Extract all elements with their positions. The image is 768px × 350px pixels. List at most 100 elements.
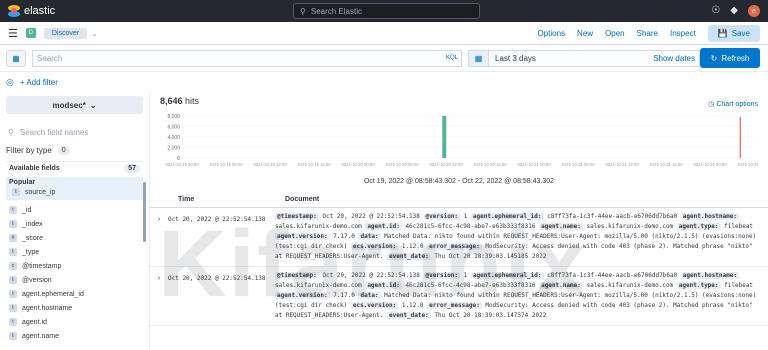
field-key: agent.ephemeral_id:: [470, 213, 544, 220]
field-value: sales.kifarunix-demo.com: [582, 282, 677, 289]
field-item[interactable]: t agent.hostname: [6, 302, 143, 314]
popular-title: Popular: [9, 179, 36, 186]
field-value: 7.17.0: [329, 233, 359, 240]
field-search-placeholder: Search field names: [19, 127, 89, 137]
new-link[interactable]: New: [577, 29, 593, 38]
table-row[interactable]: › Oct 20, 2022 @ 22:52:54.138 @timestamp: …: [150, 267, 768, 326]
time-range-label: Oct 19, 2022 @ 08:58:43.302 - Oct 22, 20…: [363, 178, 555, 185]
space-selector[interactable]: D: [25, 28, 36, 38]
y-tick-label: 2,000: [167, 146, 180, 152]
x-tick-label: 2022-10-20 00:00: [341, 162, 375, 167]
save-button[interactable]: 💾 Save: [707, 25, 760, 42]
field-value: 1: [460, 272, 471, 279]
menu-toggle-icon[interactable]: ☰: [8, 27, 18, 40]
filter-bar: ◎ + Add filter: [0, 72, 768, 92]
available-fields-label: Available fields: [9, 165, 60, 172]
query-bar: ▦ Search KQL ▦ Last 3 days Show dates ↻ …: [0, 45, 768, 72]
field-search-input[interactable]: ⚲ Search field names: [6, 124, 143, 140]
main-area: modsec* ⌄ ⚲ Search field names Filter by…: [0, 92, 768, 350]
field-item[interactable]: t _index: [6, 218, 143, 230]
filter-by-type-label: Filter by type: [6, 146, 52, 155]
field-item[interactable]: t source_ip: [9, 186, 140, 198]
field-key: @timestamp:: [275, 272, 319, 279]
chart-icon: ◷: [708, 101, 715, 108]
app-navbar: ☰ D Discover ⌄ Options New Open Share In…: [0, 22, 768, 45]
field-key: agent.ephemeral_id:: [470, 272, 544, 279]
field-item[interactable]: t agent.ephemeral_id: [6, 288, 143, 300]
available-fields-header[interactable]: Available fields 57: [6, 161, 143, 175]
field-name: _id: [22, 206, 32, 214]
field-item[interactable]: t _id: [6, 204, 143, 216]
row-time: Oct 20, 2022 @ 22:52:54.138: [168, 275, 266, 282]
filter-by-type[interactable]: Filter by type 0: [6, 146, 143, 155]
inspect-link[interactable]: Inspect: [670, 29, 696, 38]
calendar-icon[interactable]: ▦: [469, 50, 489, 66]
breadcrumb-discover[interactable]: Discover: [43, 27, 88, 39]
refresh-label: Refresh: [721, 53, 750, 63]
field-value: Oct 20, 2022 @ 22:52:54.138: [318, 213, 424, 220]
table-row[interactable]: › Oct 20, 2022 @ 22:52:54.138 @timestamp: …: [150, 208, 768, 267]
field-key: @version:: [423, 272, 461, 279]
saved-query-icon: ▦: [12, 53, 20, 63]
field-key: agent.id:: [365, 223, 402, 230]
top-header: elastic ⚲ Search Elastic ☉ ◆ e: [0, 0, 768, 22]
field-key: agent.version:: [275, 292, 330, 299]
field-value: c8ff73fa-1c3f-44ee-aacb-e6706dd7b6a0: [543, 272, 681, 279]
field-key: error_message:: [427, 243, 482, 250]
field-name: _type: [22, 248, 40, 256]
field-value: 7.17.0: [329, 292, 359, 299]
field-item[interactable]: t agent.name: [6, 330, 143, 342]
open-link[interactable]: Open: [605, 29, 625, 38]
field-type-icon: t: [9, 304, 17, 312]
field-item[interactable]: t agent.id: [6, 316, 143, 328]
x-tick-label: 2022-10-22 06:00: [737, 162, 758, 167]
elastic-logo[interactable]: elastic: [8, 5, 55, 17]
field-value: 1.12.0: [398, 243, 428, 250]
field-name: _score: [22, 234, 44, 242]
avatar-letter: e: [752, 7, 756, 15]
document-column-header: Document: [285, 196, 320, 203]
field-item[interactable]: c @timestamp: [6, 260, 143, 272]
field-type-icon: t: [9, 276, 17, 284]
field-value: 1: [460, 213, 471, 220]
add-filter-button[interactable]: + Add filter: [20, 78, 58, 87]
field-key: event_date:: [386, 253, 431, 260]
field-key: @timestamp:: [275, 213, 319, 220]
field-key: agent.id:: [365, 282, 402, 289]
expand-row-icon[interactable]: ›: [150, 271, 168, 321]
global-search-input[interactable]: ⚲ Search Elastic: [293, 3, 480, 19]
sidebar-scrollbar[interactable]: [143, 182, 146, 242]
newsfeed-icon[interactable]: ◆: [730, 6, 738, 16]
field-item[interactable]: # _score: [6, 232, 143, 244]
index-pattern-selector[interactable]: modsec* ⌄: [6, 96, 143, 114]
refresh-button[interactable]: ↻ Refresh: [700, 48, 760, 68]
expand-row-icon[interactable]: ›: [150, 212, 168, 262]
kql-toggle[interactable]: KQL: [446, 55, 458, 61]
help-icon[interactable]: ☉: [711, 6, 720, 16]
options-link[interactable]: Options: [537, 29, 565, 38]
show-dates-link[interactable]: Show dates: [653, 54, 695, 63]
search-input[interactable]: Search KQL: [32, 49, 462, 67]
document-table: › Oct 20, 2022 @ 22:52:54.138 @timestamp: …: [150, 208, 768, 326]
share-link[interactable]: Share: [637, 29, 658, 38]
field-item[interactable]: t _type: [6, 246, 143, 258]
field-value: Oct 20, 2022 @ 22:52:54.138: [318, 272, 424, 279]
saved-query-button[interactable]: ▦: [6, 49, 26, 67]
x-tick-label: 2022-10-21 18:00: [649, 162, 683, 167]
field-item[interactable]: t @version: [6, 274, 143, 286]
chevron-down-icon[interactable]: ⌄: [91, 29, 98, 38]
x-tick-label: 2022-10-20 18:00: [473, 162, 507, 167]
field-name: @version: [22, 276, 52, 284]
field-value: filebeat: [720, 282, 754, 289]
date-picker[interactable]: ▦ Last 3 days Show dates: [468, 49, 700, 67]
time-column-header[interactable]: Time: [178, 196, 285, 203]
field-name: agent.name: [22, 332, 59, 340]
global-search-placeholder: Search Elastic: [310, 6, 362, 16]
chart-options-button[interactable]: ◷ Chart options: [708, 100, 758, 108]
field-type-icon: t: [9, 290, 17, 298]
user-avatar[interactable]: e: [748, 5, 760, 17]
x-tick-label: 2022-10-21 12:00: [605, 162, 639, 167]
filter-options-icon[interactable]: ◎: [6, 77, 14, 88]
search-icon: ⚲: [8, 127, 14, 137]
histogram-chart[interactable]: 02,0004,0006,0008,0002022-10-19 00:00 202…: [160, 114, 758, 172]
